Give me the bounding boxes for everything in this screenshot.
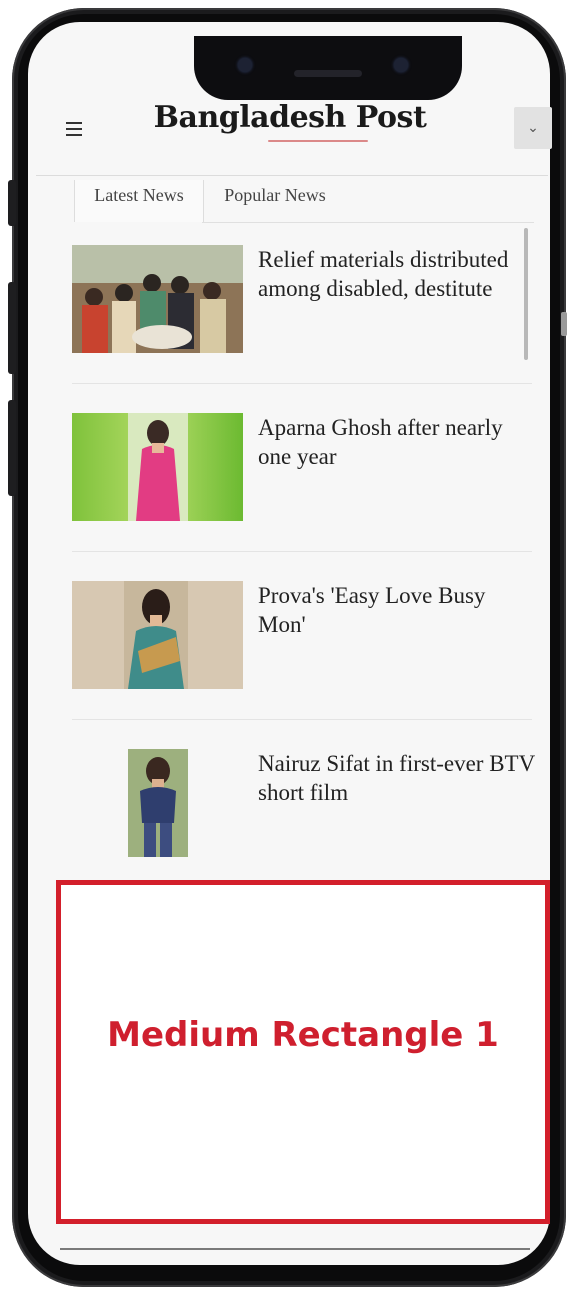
tabs-divider xyxy=(202,222,534,223)
sensor-icon xyxy=(394,58,408,72)
side-button-top xyxy=(8,180,16,226)
side-button-middle xyxy=(8,282,16,374)
speaker-grille xyxy=(294,70,362,77)
site-logo[interactable]: Bangladesh Post xyxy=(150,100,430,135)
list-scrollbar[interactable] xyxy=(524,228,528,360)
item-divider xyxy=(72,719,532,720)
list-item[interactable]: Prova's 'Easy Love Busy Mon' xyxy=(72,581,532,691)
news-headline[interactable]: Aparna Ghosh after nearly one year xyxy=(258,413,538,471)
news-headline[interactable]: Prova's 'Easy Love Busy Mon' xyxy=(258,581,538,639)
page-scrollbar[interactable] xyxy=(561,312,567,336)
news-thumbnail[interactable] xyxy=(72,413,243,521)
tab-latest-news[interactable]: Latest News xyxy=(74,180,204,222)
list-item[interactable]: Aparna Ghosh after nearly one year xyxy=(72,413,532,523)
ad-placeholder: Medium Rectangle 1 xyxy=(56,880,550,1224)
header-divider xyxy=(36,175,548,176)
phone-notch xyxy=(194,36,462,100)
item-divider xyxy=(72,551,532,552)
ad-label: Medium Rectangle 1 xyxy=(107,1015,499,1055)
list-item[interactable]: Relief materials distributed among disab… xyxy=(72,245,532,355)
list-item[interactable]: Nairuz Sifat in first-ever BTV short fil… xyxy=(72,749,535,859)
logo-tagline-mark xyxy=(268,140,368,146)
news-headline[interactable]: Nairuz Sifat in first-ever BTV short fil… xyxy=(258,749,538,807)
item-divider xyxy=(72,383,532,384)
bottom-divider xyxy=(60,1248,530,1250)
chevron-down-icon: ⌄ xyxy=(527,120,539,136)
news-thumbnail[interactable] xyxy=(72,749,243,857)
camera-icon xyxy=(238,58,252,72)
side-button-bottom xyxy=(8,400,16,496)
tab-popular-news[interactable]: Popular News xyxy=(215,180,335,222)
hamburger-menu-icon[interactable] xyxy=(66,122,82,140)
news-headline[interactable]: Relief materials distributed among disab… xyxy=(258,245,538,303)
news-thumbnail[interactable] xyxy=(72,581,243,689)
news-thumbnail[interactable] xyxy=(72,245,243,353)
dropdown-button[interactable]: ⌄ xyxy=(514,107,552,149)
